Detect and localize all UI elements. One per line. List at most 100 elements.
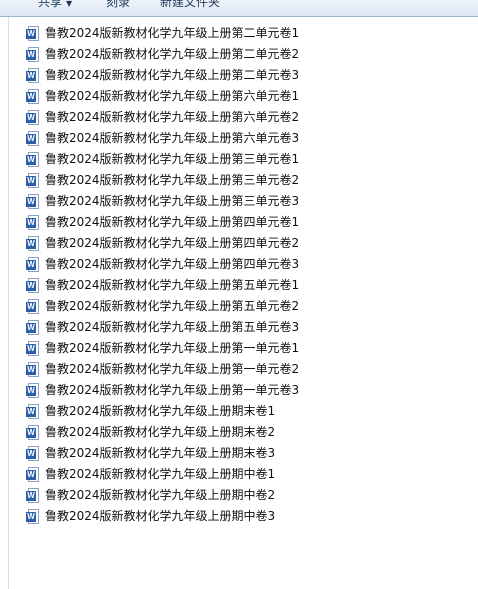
file-item[interactable]: W 鲁教2024版新教材化学九年级上册第四单元卷2 <box>26 233 299 254</box>
file-name: 鲁教2024版新教材化学九年级上册第三单元卷2 <box>45 173 300 187</box>
file-item[interactable]: W 鲁教2024版新教材化学九年级上册第一单元卷2 <box>26 359 299 380</box>
burn-button[interactable]: 刻录 <box>106 0 130 10</box>
file-name: 鲁教2024版新教材化学九年级上册第二单元卷2 <box>45 47 300 61</box>
file-name: 鲁教2024版新教材化学九年级上册期末卷2 <box>45 425 276 439</box>
file-item[interactable]: W 鲁教2024版新教材化学九年级上册期中卷2 <box>26 485 299 506</box>
burn-label: 刻录 <box>106 0 131 9</box>
file-item[interactable]: W 鲁教2024版新教材化学九年级上册第五单元卷2 <box>26 296 299 317</box>
word-document-icon: W <box>26 508 40 525</box>
file-name: 鲁教2024版新教材化学九年级上册第一单元卷3 <box>45 383 300 397</box>
file-name: 鲁教2024版新教材化学九年级上册期中卷1 <box>45 467 276 481</box>
navigation-pane[interactable] <box>0 17 9 589</box>
file-list: W 鲁教2024版新教材化学九年级上册第二单元卷1 W 鲁教2024版新教材化学九年级… <box>26 23 299 527</box>
file-name: 鲁教2024版新教材化学九年级上册第一单元卷1 <box>45 341 300 355</box>
word-document-icon: W <box>26 277 40 294</box>
file-item[interactable]: W 鲁教2024版新教材化学九年级上册第一单元卷3 <box>26 380 299 401</box>
new-folder-button[interactable]: 新建文件夹 <box>160 0 220 10</box>
word-document-icon: W <box>26 340 40 357</box>
word-badge: W <box>26 280 36 291</box>
file-name: 鲁教2024版新教材化学九年级上册期末卷1 <box>45 404 276 418</box>
word-badge: W <box>26 448 36 459</box>
file-name: 鲁教2024版新教材化学九年级上册第四单元卷2 <box>45 236 300 250</box>
word-badge: W <box>26 238 36 249</box>
file-name: 鲁教2024版新教材化学九年级上册第五单元卷1 <box>45 278 300 292</box>
word-badge: W <box>26 112 36 123</box>
file-item[interactable]: W 鲁教2024版新教材化学九年级上册第二单元卷1 <box>26 23 299 44</box>
word-badge: W <box>26 196 36 207</box>
file-name: 鲁教2024版新教材化学九年级上册第五单元卷3 <box>45 320 300 334</box>
file-name: 鲁教2024版新教材化学九年级上册第四单元卷3 <box>45 257 300 271</box>
file-item[interactable]: W 鲁教2024版新教材化学九年级上册第六单元卷2 <box>26 107 299 128</box>
file-item[interactable]: W 鲁教2024版新教材化学九年级上册第六单元卷1 <box>26 86 299 107</box>
command-bar: 共享 ▼ 刻录 新建文件夹 <box>0 0 478 17</box>
word-badge: W <box>26 427 36 438</box>
word-document-icon: W <box>26 46 40 63</box>
file-item[interactable]: W 鲁教2024版新教材化学九年级上册第四单元卷3 <box>26 254 299 275</box>
file-item[interactable]: W 鲁教2024版新教材化学九年级上册期末卷3 <box>26 443 299 464</box>
file-name: 鲁教2024版新教材化学九年级上册期中卷2 <box>45 488 276 502</box>
file-item[interactable]: W 鲁教2024版新教材化学九年级上册第二单元卷3 <box>26 65 299 86</box>
file-item[interactable]: W 鲁教2024版新教材化学九年级上册第三单元卷3 <box>26 191 299 212</box>
file-name: 鲁教2024版新教材化学九年级上册第二单元卷1 <box>45 26 300 40</box>
word-document-icon: W <box>26 109 40 126</box>
file-item[interactable]: W 鲁教2024版新教材化学九年级上册第五单元卷3 <box>26 317 299 338</box>
word-document-icon: W <box>26 445 40 462</box>
word-badge: W <box>26 301 36 312</box>
file-name: 鲁教2024版新教材化学九年级上册期中卷3 <box>45 509 276 523</box>
word-badge: W <box>26 364 36 375</box>
file-name: 鲁教2024版新教材化学九年级上册第六单元卷2 <box>45 110 300 124</box>
word-document-icon: W <box>26 403 40 420</box>
word-badge: W <box>26 469 36 480</box>
file-name: 鲁教2024版新教材化学九年级上册第三单元卷1 <box>45 152 300 166</box>
file-name: 鲁教2024版新教材化学九年级上册第一单元卷2 <box>45 362 300 376</box>
word-document-icon: W <box>26 25 40 42</box>
file-item[interactable]: W 鲁教2024版新教材化学九年级上册第三单元卷1 <box>26 149 299 170</box>
word-document-icon: W <box>26 88 40 105</box>
file-name: 鲁教2024版新教材化学九年级上册第四单元卷1 <box>45 215 300 229</box>
word-document-icon: W <box>26 214 40 231</box>
word-document-icon: W <box>26 487 40 504</box>
file-item[interactable]: W 鲁教2024版新教材化学九年级上册期中卷3 <box>26 506 299 527</box>
word-document-icon: W <box>26 298 40 315</box>
word-badge: W <box>26 91 36 102</box>
word-badge: W <box>26 385 36 396</box>
word-document-icon: W <box>26 319 40 336</box>
word-document-icon: W <box>26 235 40 252</box>
word-document-icon: W <box>26 424 40 441</box>
file-name: 鲁教2024版新教材化学九年级上册第二单元卷3 <box>45 68 300 82</box>
word-badge: W <box>26 343 36 354</box>
file-item[interactable]: W 鲁教2024版新教材化学九年级上册第四单元卷1 <box>26 212 299 233</box>
word-badge: W <box>26 49 36 60</box>
file-item[interactable]: W 鲁教2024版新教材化学九年级上册期中卷1 <box>26 464 299 485</box>
word-badge: W <box>26 133 36 144</box>
file-name: 鲁教2024版新教材化学九年级上册期末卷3 <box>45 446 276 460</box>
file-item[interactable]: W 鲁教2024版新教材化学九年级上册第六单元卷3 <box>26 128 299 149</box>
word-badge: W <box>26 70 36 81</box>
word-badge: W <box>26 511 36 522</box>
file-item[interactable]: W 鲁教2024版新教材化学九年级上册第三单元卷2 <box>26 170 299 191</box>
file-item[interactable]: W 鲁教2024版新教材化学九年级上册期末卷2 <box>26 422 299 443</box>
word-badge: W <box>26 490 36 501</box>
file-name: 鲁教2024版新教材化学九年级上册第六单元卷1 <box>45 89 300 103</box>
share-label: 共享 <box>38 0 63 9</box>
file-item[interactable]: W 鲁教2024版新教材化学九年级上册第五单元卷1 <box>26 275 299 296</box>
word-badge: W <box>26 28 36 39</box>
share-button[interactable]: 共享 ▼ <box>38 0 72 10</box>
file-name: 鲁教2024版新教材化学九年级上册第六单元卷3 <box>45 131 300 145</box>
word-badge: W <box>26 322 36 333</box>
word-badge: W <box>26 217 36 228</box>
chevron-down-icon: ▼ <box>66 0 73 8</box>
file-item[interactable]: W 鲁教2024版新教材化学九年级上册第二单元卷2 <box>26 44 299 65</box>
word-document-icon: W <box>26 361 40 378</box>
word-document-icon: W <box>26 466 40 483</box>
word-document-icon: W <box>26 193 40 210</box>
word-badge: W <box>26 259 36 270</box>
file-item[interactable]: W 鲁教2024版新教材化学九年级上册第一单元卷1 <box>26 338 299 359</box>
word-badge: W <box>26 154 36 165</box>
file-item[interactable]: W 鲁教2024版新教材化学九年级上册期末卷1 <box>26 401 299 422</box>
file-name: 鲁教2024版新教材化学九年级上册第三单元卷3 <box>45 194 300 208</box>
word-document-icon: W <box>26 382 40 399</box>
word-document-icon: W <box>26 151 40 168</box>
file-name: 鲁教2024版新教材化学九年级上册第五单元卷2 <box>45 299 300 313</box>
word-badge: W <box>26 175 36 186</box>
